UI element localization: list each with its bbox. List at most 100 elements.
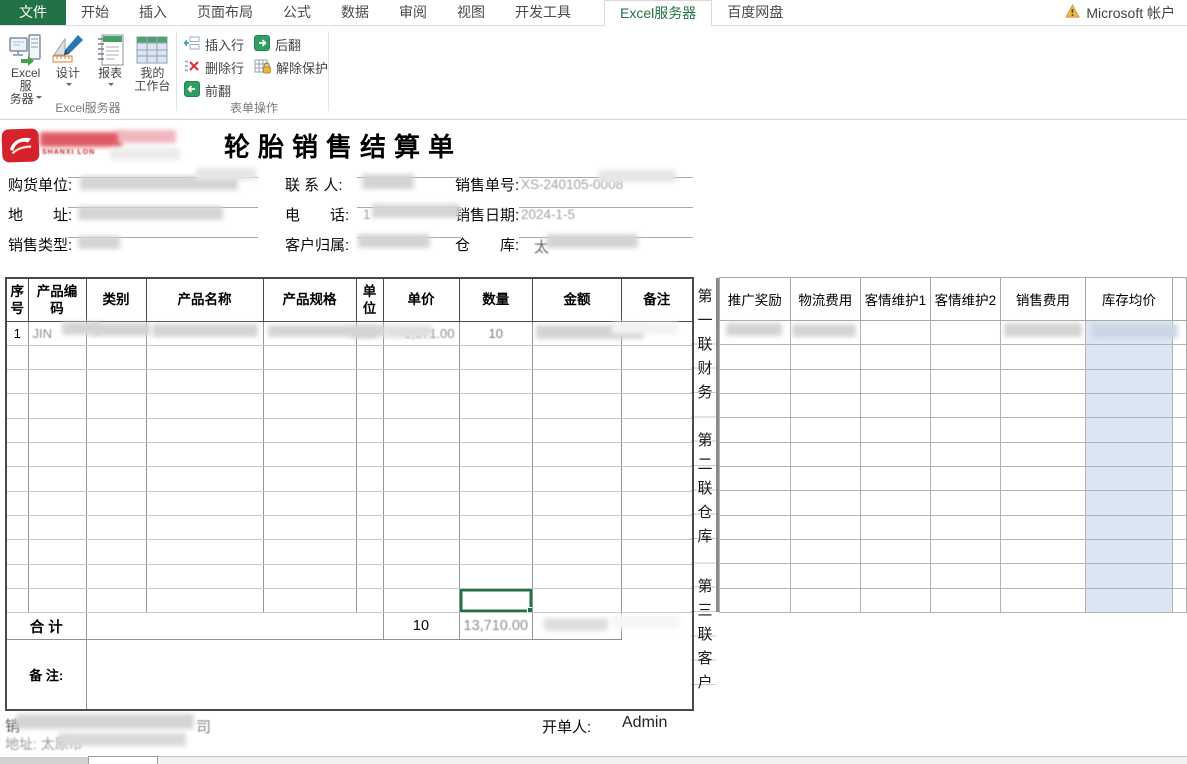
prev-page-label: 前翻 (205, 81, 231, 100)
logo-caption: SHANXI LON (42, 149, 95, 156)
company-logo (1, 128, 39, 162)
arrow-left-icon (184, 81, 200, 100)
excel-server-button[interactable]: Excel服 务器 (6, 31, 45, 108)
table-row[interactable] (720, 491, 1187, 515)
insert-row-button[interactable]: 插入行 (184, 33, 244, 56)
tab-page-layout[interactable]: 页面布局 (182, 0, 268, 25)
sheet-tab-active[interactable] (88, 756, 158, 764)
delete-row-button[interactable]: 删除行 (184, 56, 244, 79)
table-row[interactable] (720, 369, 1187, 393)
copy-strip-char: 财 (695, 357, 715, 378)
unprotect-button[interactable]: 解除保护 (254, 56, 328, 79)
account-area[interactable]: Microsoft 帐户 (1065, 0, 1187, 25)
table-row[interactable] (6, 443, 693, 467)
worksheet[interactable]: SHANXI LON 轮胎销售结算单 购货单位: 联 系 人: 销售单号: 地 … (0, 121, 1187, 764)
table-row[interactable] (6, 564, 693, 588)
tab-insert[interactable]: 插入 (124, 0, 182, 25)
table-row[interactable] (6, 394, 693, 418)
my-workbench-button[interactable]: 我的 工作台 (133, 31, 172, 108)
ribbon-group-excel-server: Excel服 务器 设计 报表 (2, 27, 174, 119)
total-qty: 10 (383, 613, 459, 640)
design-icon (48, 33, 87, 67)
items-table[interactable]: 序号产品编码 类别产品名称 产品规格单位 单价数量 金额备注 1 JIN 1,3… (5, 277, 694, 711)
arrow-right-icon (254, 35, 270, 54)
sheet-tab-strip (158, 756, 1187, 764)
table-row[interactable] (720, 564, 1187, 588)
tab-excel-server[interactable]: Excel服务器 (604, 0, 712, 26)
tab-home[interactable]: 开始 (66, 0, 124, 25)
table-row[interactable] (720, 418, 1187, 442)
copy-strip-char: 联 (695, 477, 715, 498)
table-row[interactable] (720, 588, 1187, 612)
selected-cell[interactable] (459, 589, 533, 613)
field-label-order-no: 销售单号: (455, 174, 519, 195)
tab-data[interactable]: 数据 (326, 0, 384, 25)
note-label: 备 注: (6, 640, 86, 711)
unprotect-label: 解除保护 (276, 58, 328, 77)
report-button[interactable]: 报表 (91, 31, 130, 108)
ribbon: Excel服 务器 设计 报表 (0, 27, 1187, 120)
excel-server-button-label: Excel服 (6, 67, 45, 93)
copy-strip-char: 仓 (695, 501, 715, 522)
issuer-label: 开单人: (542, 716, 591, 737)
seq-cell[interactable]: 1 (6, 321, 28, 345)
field-label-customer-owner: 客户归属: (285, 234, 349, 255)
next-page-button[interactable]: 后翻 (254, 33, 328, 56)
table-row[interactable] (720, 515, 1187, 539)
table-row[interactable] (6, 418, 693, 442)
address-field[interactable] (68, 187, 258, 208)
copy-strip-char: 二 (695, 453, 715, 474)
copy-strip-char: 第 (695, 575, 715, 596)
copy-strip-char: 三 (695, 599, 715, 620)
sale-type-field[interactable] (68, 217, 258, 238)
table-row[interactable] (720, 393, 1187, 417)
tab-formulas[interactable]: 公式 (268, 0, 326, 25)
total-amount: 13,710.00 (459, 613, 533, 640)
unlock-grid-icon (254, 58, 271, 77)
field-label-address: 地 址: (8, 204, 72, 225)
tab-file[interactable]: 文件 (0, 0, 66, 25)
ribbon-separator (176, 31, 177, 111)
qty-cell[interactable]: 10 (459, 321, 533, 345)
table-row[interactable] (6, 540, 693, 564)
table-row[interactable] (6, 589, 693, 613)
table-row[interactable] (720, 466, 1187, 490)
ribbon-group-form-ops: 插入行 删除行 前翻 (180, 27, 328, 119)
report-icon (91, 33, 130, 67)
copy-strip-char: 务 (695, 381, 715, 402)
sheet-tab-inactive[interactable] (0, 757, 88, 764)
insert-row-icon (184, 35, 200, 54)
report-button-label: 报表 (91, 67, 130, 80)
table-row[interactable] (720, 442, 1187, 466)
copy-strip-char: 第 (695, 285, 715, 306)
excel-server-icon (6, 33, 45, 67)
tab-baidu-netdisk[interactable]: 百度网盘 (712, 0, 798, 25)
sheet-tab-bar[interactable] (0, 756, 1187, 764)
table-row[interactable] (720, 345, 1187, 369)
note-row[interactable]: 备 注: (6, 640, 693, 711)
field-label-buyer: 购货单位: (8, 174, 72, 195)
design-button-label: 设计 (48, 67, 87, 80)
warning-icon (1065, 4, 1080, 22)
tab-developer[interactable]: 开发工具 (500, 0, 586, 25)
table-row[interactable] (6, 345, 693, 369)
my-workbench-label2: 工作台 (133, 80, 172, 93)
note-value-cell[interactable] (86, 640, 693, 711)
copy-strip-char: 联 (695, 333, 715, 354)
excel-window: 文件 开始 插入 页面布局 公式 数据 审阅 视图 开发工具 Excel服务器 … (0, 0, 1187, 764)
ribbon-separator (328, 31, 329, 111)
design-button[interactable]: 设计 (48, 31, 87, 108)
copy-strip-char: 一 (695, 309, 715, 330)
tab-view[interactable]: 视图 (442, 0, 500, 25)
phone-value: 1 (363, 207, 371, 222)
table-row[interactable] (6, 491, 693, 515)
insert-row-label: 插入行 (205, 35, 244, 54)
table-row[interactable] (6, 516, 693, 540)
header-row: 序号产品编码 类别产品名称 产品规格单位 单价数量 金额备注 (6, 278, 693, 321)
table-row[interactable] (6, 370, 693, 394)
table-row[interactable] (6, 467, 693, 491)
table-row[interactable] (720, 539, 1187, 563)
group-label-excel-server: Excel服务器 (2, 99, 174, 116)
tab-review[interactable]: 审阅 (384, 0, 442, 25)
group-label-form-ops: 表单操作 (180, 99, 328, 116)
